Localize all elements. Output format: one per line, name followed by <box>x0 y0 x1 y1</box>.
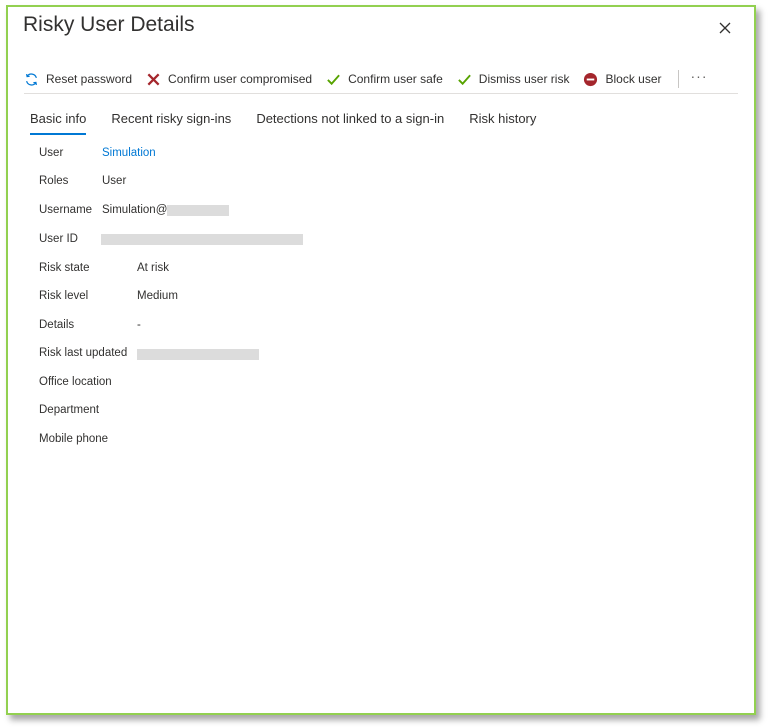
reset-password-button[interactable]: Reset password <box>24 72 132 87</box>
mobile-phone-label: Mobile phone <box>39 433 109 445</box>
block-user-label: Block user <box>605 72 662 86</box>
reset-password-label: Reset password <box>46 72 133 86</box>
username-value: Simulation@ <box>102 204 168 216</box>
risky-user-details-panel: Risky User Details Reset password Confir… <box>6 5 756 715</box>
user-label: User <box>39 147 64 159</box>
user-link[interactable]: Simulation <box>102 147 156 159</box>
tab-basic-info[interactable]: Basic info <box>30 111 87 135</box>
user-id-label: User ID <box>39 233 78 245</box>
refresh-icon <box>24 72 46 87</box>
roles-label: Roles <box>39 175 69 187</box>
checkmark-icon <box>326 72 348 87</box>
details-label: Details <box>39 319 75 331</box>
close-icon[interactable] <box>714 17 736 39</box>
details-value: - <box>137 319 141 331</box>
dismiss-user-risk-label: Dismiss user risk <box>478 72 570 86</box>
checkmark-icon <box>457 72 479 87</box>
tab-bar: Basic info Recent risky sign-ins Detecti… <box>30 111 561 135</box>
tab-detections-not-linked[interactable]: Detections not linked to a sign-in <box>256 111 444 132</box>
redacted-username-domain <box>167 205 229 216</box>
office-location-label: Office location <box>39 376 112 388</box>
risk-level-value: Medium <box>137 290 178 302</box>
block-icon <box>583 72 605 87</box>
more-options-button[interactable]: ··· <box>691 68 708 84</box>
risk-state-label: Risk state <box>39 262 90 274</box>
risk-state-value: At risk <box>137 262 169 274</box>
toolbar-divider-line <box>24 93 738 94</box>
confirm-user-compromised-label: Confirm user compromised <box>168 72 313 86</box>
risk-level-label: Risk level <box>39 290 89 302</box>
risk-last-updated-label: Risk last updated <box>39 347 128 359</box>
panel-title: Risky User Details <box>23 13 195 36</box>
redacted-user-id <box>101 234 303 245</box>
redacted-risk-last-updated <box>137 349 259 360</box>
dismiss-user-risk-button[interactable]: Dismiss user risk <box>457 72 570 87</box>
roles-value: User <box>102 175 127 187</box>
confirm-user-safe-button[interactable]: Confirm user safe <box>326 72 443 87</box>
username-label: Username <box>39 204 93 216</box>
confirm-user-safe-label: Confirm user safe <box>348 72 443 86</box>
tab-recent-risky-sign-ins[interactable]: Recent risky sign-ins <box>111 111 231 132</box>
command-bar: Reset password Confirm user compromised … <box>24 67 708 91</box>
tab-risk-history[interactable]: Risk history <box>469 111 536 132</box>
department-label: Department <box>39 404 100 416</box>
toolbar-divider <box>677 70 679 88</box>
block-user-button[interactable]: Block user <box>583 72 662 87</box>
x-mark-icon <box>146 72 168 87</box>
confirm-user-compromised-button[interactable]: Confirm user compromised <box>146 72 312 87</box>
